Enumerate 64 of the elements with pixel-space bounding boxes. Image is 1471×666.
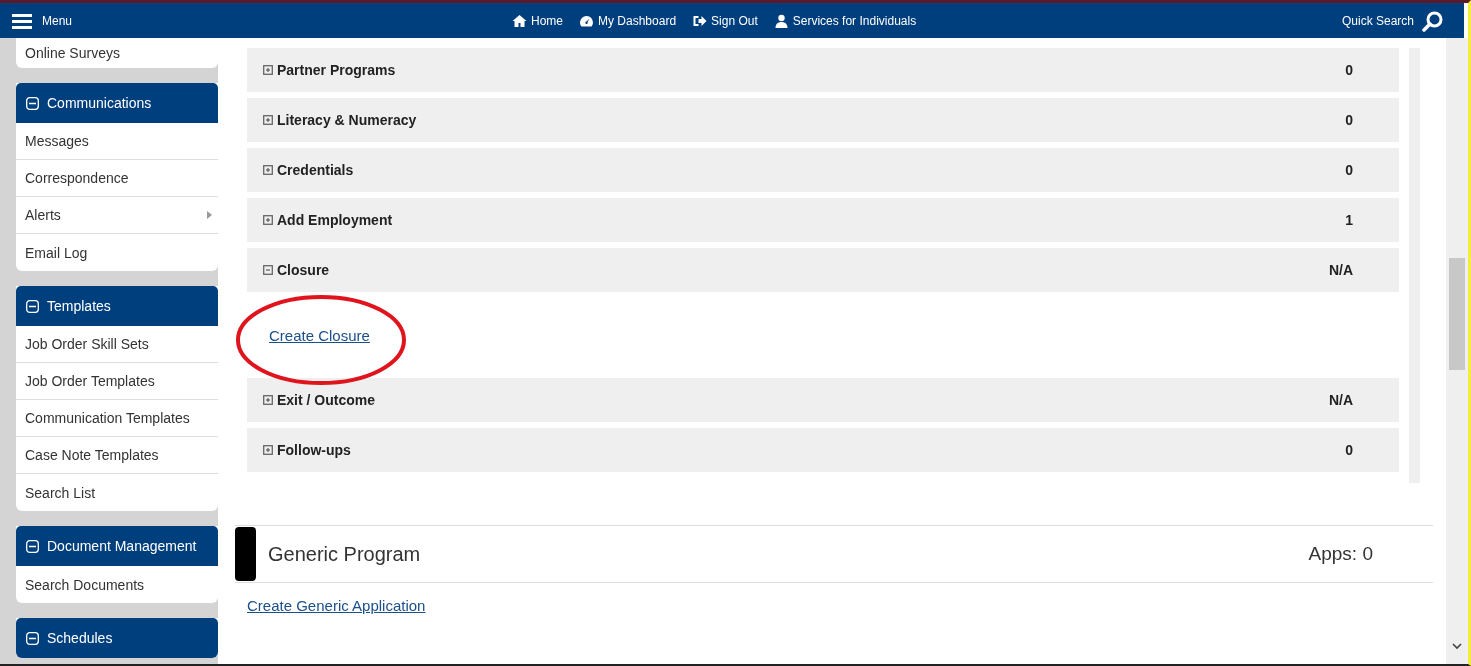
section-count: N/A bbox=[1328, 262, 1353, 278]
section-count: 0 bbox=[1345, 162, 1353, 178]
search-icon[interactable] bbox=[1422, 9, 1444, 32]
expand-icon[interactable] bbox=[263, 115, 273, 125]
sidebar-item[interactable]: Online Surveys bbox=[16, 38, 218, 68]
caret-right-icon bbox=[207, 211, 212, 219]
accordion-row[interactable]: Follow-ups 0 bbox=[247, 428, 1399, 472]
sidebar-item[interactable]: Communication Templates bbox=[16, 400, 218, 437]
expand-icon[interactable] bbox=[263, 445, 273, 455]
section-title: Add Employment bbox=[277, 212, 393, 228]
section-title: Literacy & Numeracy bbox=[277, 112, 417, 128]
accordion-row[interactable]: Partner Programs 0 bbox=[247, 48, 1399, 92]
section-count: N/A bbox=[1328, 392, 1353, 408]
sidebar-item[interactable]: Job Order Skill Sets bbox=[16, 326, 218, 363]
create-application-link[interactable]: Create Generic Application bbox=[247, 597, 426, 614]
nav-link[interactable]: My Dashboard bbox=[579, 13, 677, 28]
create-closure-link[interactable]: Create Closure bbox=[269, 326, 370, 344]
panel-header[interactable]: Document Management bbox=[16, 526, 218, 566]
expand-icon[interactable] bbox=[263, 395, 273, 405]
menu-label[interactable]: Menu bbox=[42, 13, 73, 28]
section-title: Exit / Outcome bbox=[277, 392, 376, 408]
menu-icon[interactable] bbox=[12, 12, 32, 29]
collapse-icon[interactable] bbox=[263, 265, 273, 275]
sidebar-item[interactable]: Search Documents bbox=[16, 566, 218, 603]
section-count: 0 bbox=[1345, 62, 1353, 78]
sidebar-item[interactable]: Messages bbox=[16, 123, 218, 160]
accordion-row[interactable]: Exit / Outcome N/A bbox=[247, 378, 1399, 422]
home-icon bbox=[512, 13, 527, 28]
sidebar-item[interactable]: Job Order Templates bbox=[16, 363, 218, 400]
scrollbar-thumb[interactable] bbox=[1449, 258, 1465, 370]
panel-header[interactable]: Schedules bbox=[16, 618, 218, 658]
section-count: 1 bbox=[1345, 212, 1353, 228]
section-title: Credentials bbox=[277, 162, 354, 178]
nav-link[interactable]: Home bbox=[512, 13, 563, 28]
section-count: 0 bbox=[1345, 442, 1353, 458]
program-title: Generic Program bbox=[268, 542, 421, 566]
accordion-row[interactable]: Literacy & Numeracy 0 bbox=[247, 98, 1399, 142]
expand-icon[interactable] bbox=[263, 215, 273, 225]
section-title: Closure bbox=[277, 262, 330, 278]
accordion-row[interactable]: Add Employment 1 bbox=[247, 198, 1399, 242]
nav-link[interactable]: Services for Individuals bbox=[773, 13, 917, 28]
scrollbar[interactable] bbox=[1446, 38, 1468, 664]
chevron-down-icon[interactable] bbox=[1452, 643, 1462, 650]
expand-icon[interactable] bbox=[263, 65, 273, 75]
user-icon bbox=[773, 13, 789, 28]
program-tab-marker bbox=[235, 527, 256, 581]
gauge-icon bbox=[579, 13, 594, 28]
sidebar-item[interactable]: Correspondence bbox=[16, 160, 218, 197]
panel-header[interactable]: Templates bbox=[16, 286, 218, 326]
sidebar-item[interactable]: Search List bbox=[16, 474, 218, 511]
section-title: Partner Programs bbox=[277, 62, 396, 78]
panel-header[interactable]: Communications bbox=[16, 83, 218, 123]
sidebar-item[interactable]: Email Log bbox=[16, 234, 218, 271]
apps-count: Apps: 0 bbox=[1308, 543, 1374, 565]
sidebar-item[interactable]: Case Note Templates bbox=[16, 437, 218, 474]
quick-search-label[interactable]: Quick Search bbox=[1341, 13, 1414, 28]
nav-link[interactable]: Sign Out bbox=[692, 13, 758, 28]
sign-out-icon bbox=[692, 13, 708, 28]
section-title: Follow-ups bbox=[277, 442, 351, 458]
sidebar-item[interactable]: Alerts bbox=[16, 197, 218, 234]
accordion-row[interactable]: Credentials 0 bbox=[247, 148, 1399, 192]
expand-icon[interactable] bbox=[263, 165, 273, 175]
accordion-row[interactable]: Closure N/A bbox=[247, 248, 1399, 292]
section-count: 0 bbox=[1345, 112, 1353, 128]
